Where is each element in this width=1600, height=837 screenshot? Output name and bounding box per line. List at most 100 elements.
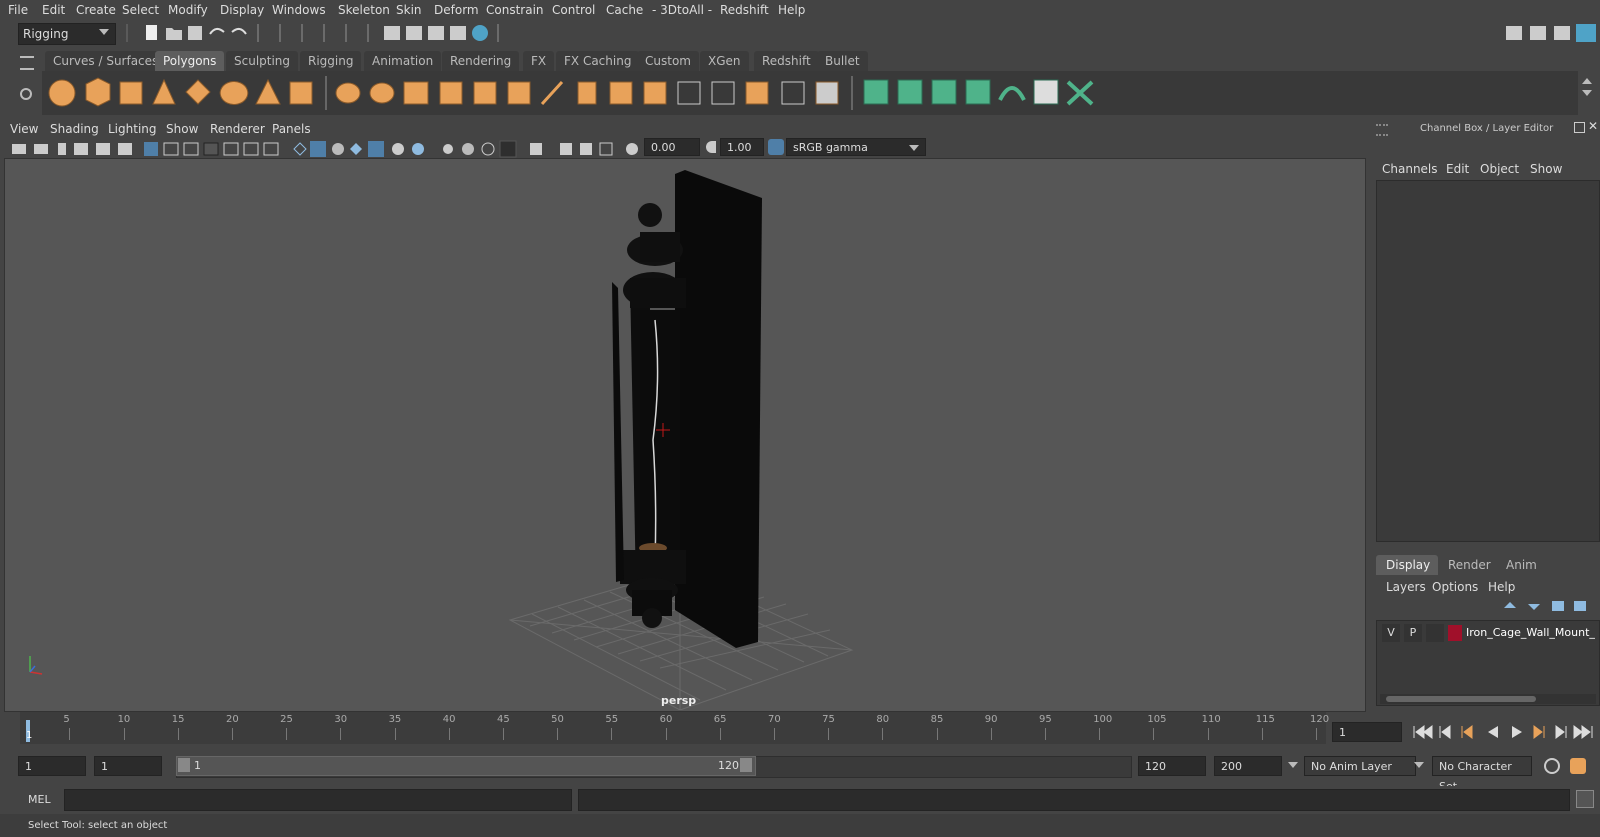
menu-deform[interactable]: Deform [434,3,479,17]
layer-horizontal-scrollbar[interactable] [1380,694,1596,704]
shelf-icons[interactable] [44,74,1124,112]
tab-anim[interactable]: Anim [1506,558,1537,572]
menu-skin[interactable]: Skin [396,3,422,17]
time-tick-label: 50 [551,714,564,725]
shelf-menu-icon[interactable] [20,56,34,70]
show-menu[interactable]: Show [1530,162,1562,176]
viewport-panel-menu [4,118,1364,136]
viewport-menu-lighting[interactable]: Lighting [108,122,157,136]
tab-animation[interactable]: Animation [364,51,442,71]
auto-key-icon[interactable] [1544,758,1560,774]
object-menu[interactable]: Object [1480,162,1519,176]
workspace-icons[interactable] [1500,22,1600,44]
tool-settings-icon [1554,26,1570,40]
tab-rigging[interactable]: Rigging [300,51,362,71]
tab-bullet[interactable]: Bullet [817,51,868,71]
exposure-field[interactable]: 0.00 [644,138,700,156]
layer-type-toggle[interactable] [1426,624,1444,642]
color-space-select[interactable]: sRGB gamma [786,138,926,156]
close-icon[interactable]: ✕ [1588,119,1598,133]
time-tick-line [1153,728,1155,740]
float-panel-icon[interactable] [1574,122,1585,133]
anim-layer-select[interactable]: No Anim Layer [1304,756,1416,776]
range-end-handle[interactable] [740,758,752,772]
mel-input[interactable] [64,789,572,811]
color-management-icon[interactable] [768,139,784,155]
panel-drag-handle-icon[interactable] [1376,124,1388,136]
options-menu[interactable]: Options [1432,580,1478,594]
playback-controls[interactable] [1410,722,1596,742]
tab-curves-surfaces[interactable]: Curves / Surfaces [45,51,167,71]
viewport-menu-panels[interactable]: Panels [272,122,311,136]
layer-visibility-toggle[interactable]: V [1382,624,1400,642]
playback-start-field[interactable]: 1 [94,756,162,776]
render-settings-icon [450,26,466,40]
camera-label: persp [661,694,697,707]
tab-xgen[interactable]: XGen [700,51,749,71]
layer-color-swatch[interactable] [1448,625,1462,641]
tab-fx-caching[interactable]: FX Caching [556,51,640,71]
shelf-scroll-arrows[interactable] [1582,78,1592,108]
menu-modify[interactable]: Modify [168,3,208,17]
viewport-menu-show[interactable]: Show [166,122,198,136]
chevron-down-icon[interactable] [1414,762,1424,768]
menu-display[interactable]: Display [220,3,264,17]
layers-menu[interactable]: Layers [1386,580,1426,594]
script-editor-icon[interactable] [1576,790,1594,808]
tab-polygons[interactable]: Polygons [155,51,225,71]
tab-fx[interactable]: FX [523,51,555,71]
playback-end-field[interactable]: 120 [1138,756,1206,776]
gamma-field[interactable]: 1.00 [720,138,764,156]
menu-help[interactable]: Help [778,3,805,17]
time-tick-line [882,728,884,740]
menu-redshift[interactable]: Redshift [720,3,769,17]
menu-control[interactable]: Control [552,3,595,17]
menu-windows[interactable]: Windows [272,3,326,17]
viewport-menu-view[interactable]: View [10,122,38,136]
channels-menu[interactable]: Channels [1382,162,1438,176]
mel-label[interactable]: MEL [28,793,51,806]
gamma-icon[interactable] [706,141,716,153]
layer-help-menu[interactable]: Help [1488,580,1515,594]
range-start-handle[interactable] [178,758,190,772]
scrollbar-thumb[interactable] [1386,696,1536,702]
scene-end-field[interactable]: 200 [1214,756,1282,776]
time-ticks: 5 10 15 20 25 30 35 40 45 50 55 60 65 70 75 80 85 90 95 100… [20,712,1330,744]
layer-playback-toggle[interactable]: P [1404,624,1422,642]
tab-render[interactable]: Render [1448,558,1491,572]
scroll-up-icon[interactable] [1582,78,1592,84]
character-set-select[interactable]: No Character Set [1432,756,1532,793]
time-tick-label: 65 [713,714,727,725]
tab-redshift[interactable]: Redshift [754,51,819,71]
channel-box-area[interactable] [1376,180,1600,542]
time-tick-label: 45 [496,714,510,725]
tab-custom[interactable]: Custom [637,51,699,71]
main-menu-bar: File Edit Create Select Modify Display W… [0,0,1600,20]
menu-skeleton[interactable]: Skeleton [338,3,390,17]
menu-3dtoall[interactable]: - 3DtoAll - [652,3,712,17]
tab-rendering[interactable]: Rendering [442,51,520,71]
scene-start-field[interactable]: 1 [18,756,86,776]
menu-cache[interactable]: Cache [606,3,643,17]
viewport-toolbar-icons[interactable] [8,140,648,158]
layer-buttons[interactable] [1500,598,1596,614]
time-tick-label: 120 [1310,714,1330,725]
layer-row[interactable]: V P Iron_Cage_Wall_Mount_ [1382,624,1596,642]
animation-preferences-icon[interactable] [1570,758,1586,774]
edit-menu[interactable]: Edit [1446,162,1469,176]
mode-selector[interactable]: Rigging [18,23,116,45]
menu-select[interactable]: Select [122,3,159,17]
viewport-menu-shading[interactable]: Shading [50,122,99,136]
tab-sculpting[interactable]: Sculpting [226,51,299,71]
shelf-settings-gear-icon[interactable] [20,88,32,100]
range-slider[interactable] [176,756,756,776]
current-frame-field[interactable]: 1 [1332,722,1402,742]
menu-file[interactable]: File [8,3,28,17]
scroll-down-icon[interactable] [1582,90,1592,96]
chevron-down-icon[interactable] [1288,762,1298,768]
menu-constrain[interactable]: Constrain [486,3,544,17]
menu-edit[interactable]: Edit [42,3,65,17]
layer-name[interactable]: Iron_Cage_Wall_Mount_ [1466,626,1595,639]
viewport-menu-renderer[interactable]: Renderer [210,122,265,136]
menu-create[interactable]: Create [76,3,116,17]
